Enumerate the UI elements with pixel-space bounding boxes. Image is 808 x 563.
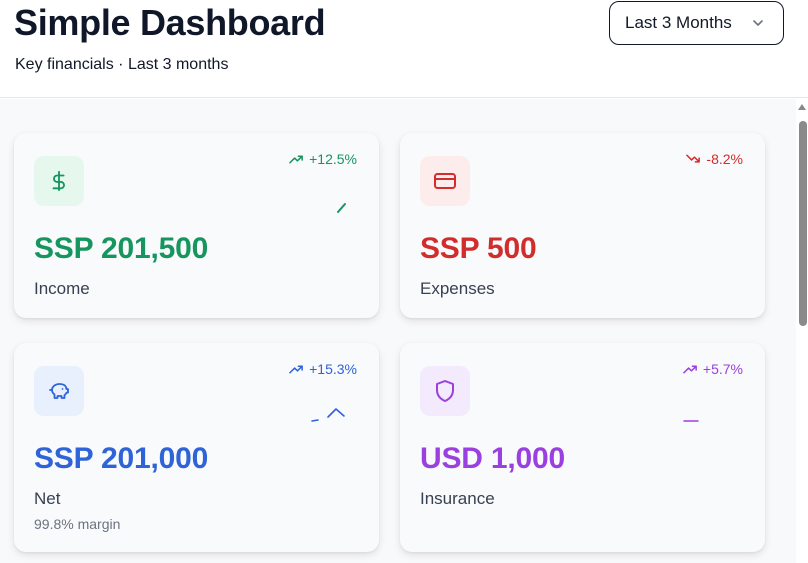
trending-up-icon [289,365,303,374]
insurance-label: Insurance [420,489,495,508]
main-scrollbar[interactable] [796,99,808,563]
net-margin: 99.8% margin [34,516,121,532]
expenses-card: -8.2% SSP 500 Expenses [400,133,765,318]
income-trend-value: +12.5% [309,151,357,167]
insurance-card: +5.7% USD 1,000 Insurance [400,343,765,552]
expenses-icon-box [420,156,470,206]
trending-up-icon [683,365,697,374]
scroll-thumb[interactable] [799,121,807,326]
chevron-down-icon [753,20,763,26]
net-sparkline [311,408,345,422]
dollar-icon [52,170,65,192]
expenses-trend: -8.2% [686,151,743,167]
credit-card-icon [434,173,456,189]
income-trend: +12.5% [289,151,357,167]
net-amount: SSP 201,000 [34,442,209,475]
net-trend-value: +15.3% [309,361,357,377]
page-title: Simple Dashboard [14,2,326,43]
income-sparkline [337,203,346,213]
trending-up-icon [289,155,303,164]
date-range-value: Last 3 Months [625,13,732,32]
net-trend: +15.3% [289,361,357,377]
net-card: +15.3% SSP 201,000 Net 99.8% margin [14,343,379,552]
dashboard-main: +12.5% SSP 201,500 Income -8.2% SSP 500 … [0,99,796,563]
expenses-trend-value: -8.2% [706,151,743,167]
insurance-icon-box [420,366,470,416]
shield-icon [436,380,454,402]
income-label: Income [34,279,90,298]
insurance-sparkline [683,420,699,422]
trending-down-icon [686,154,701,163]
income-icon-box [34,156,84,206]
insurance-trend: +5.7% [683,361,743,377]
date-range-select[interactable]: Last 3 Months [609,1,784,45]
insurance-amount: USD 1,000 [420,442,565,475]
income-amount: SSP 201,500 [34,232,209,265]
piggy-bank-icon [49,383,69,399]
header: Simple Dashboard Key financials · Last 3… [0,0,808,98]
income-card: +12.5% SSP 201,500 Income [14,133,379,318]
expenses-amount: SSP 500 [420,232,537,265]
scroll-up-arrow-icon[interactable] [798,104,806,110]
net-label: Net [34,489,61,508]
net-icon-box [34,366,84,416]
expenses-label: Expenses [420,279,495,298]
page-subtitle: Key financials · Last 3 months [15,56,229,73]
insurance-trend-value: +5.7% [702,361,743,377]
